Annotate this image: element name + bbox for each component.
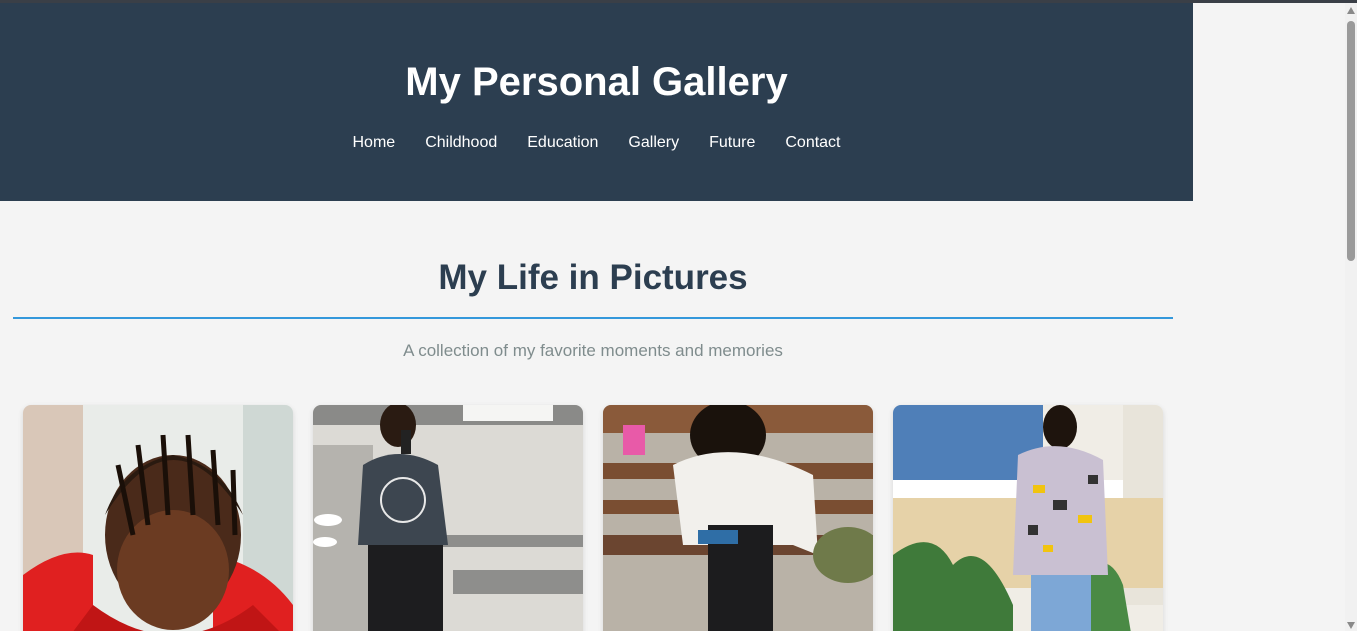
- vertical-scrollbar[interactable]: [1345, 3, 1357, 631]
- nav-future[interactable]: Future: [709, 133, 755, 153]
- site-title: My Personal Gallery: [405, 60, 788, 104]
- gallery-card[interactable]: [603, 405, 873, 631]
- scroll-down-arrow-icon[interactable]: [1347, 622, 1355, 629]
- nav-gallery[interactable]: Gallery: [628, 133, 679, 153]
- page: My Personal Gallery Home Childhood Educa…: [0, 0, 1193, 631]
- section-title: My Life in Pictures: [438, 258, 748, 297]
- photo-seated-phone: [603, 405, 873, 631]
- photo-camo-jacket-standing: [893, 405, 1163, 631]
- photo-mirror-selfie: [313, 405, 583, 631]
- nav-education[interactable]: Education: [527, 133, 598, 153]
- nav-childhood[interactable]: Childhood: [425, 133, 497, 153]
- section-subtitle: A collection of my favorite moments and …: [403, 341, 783, 360]
- gallery-card[interactable]: [893, 405, 1163, 631]
- gallery-card[interactable]: [23, 405, 293, 631]
- photo-braided-hair-red-jacket: [23, 405, 293, 631]
- gallery-card[interactable]: [313, 405, 583, 631]
- title-divider: [13, 317, 1173, 319]
- site-header: My Personal Gallery Home Childhood Educa…: [0, 3, 1193, 201]
- scrollbar-thumb[interactable]: [1347, 21, 1355, 261]
- nav-home[interactable]: Home: [353, 133, 396, 153]
- photo-gallery: [23, 405, 1173, 631]
- nav-contact[interactable]: Contact: [785, 133, 840, 153]
- scroll-up-arrow-icon[interactable]: [1347, 7, 1355, 14]
- main-nav: Home Childhood Education Gallery Future …: [0, 133, 1193, 153]
